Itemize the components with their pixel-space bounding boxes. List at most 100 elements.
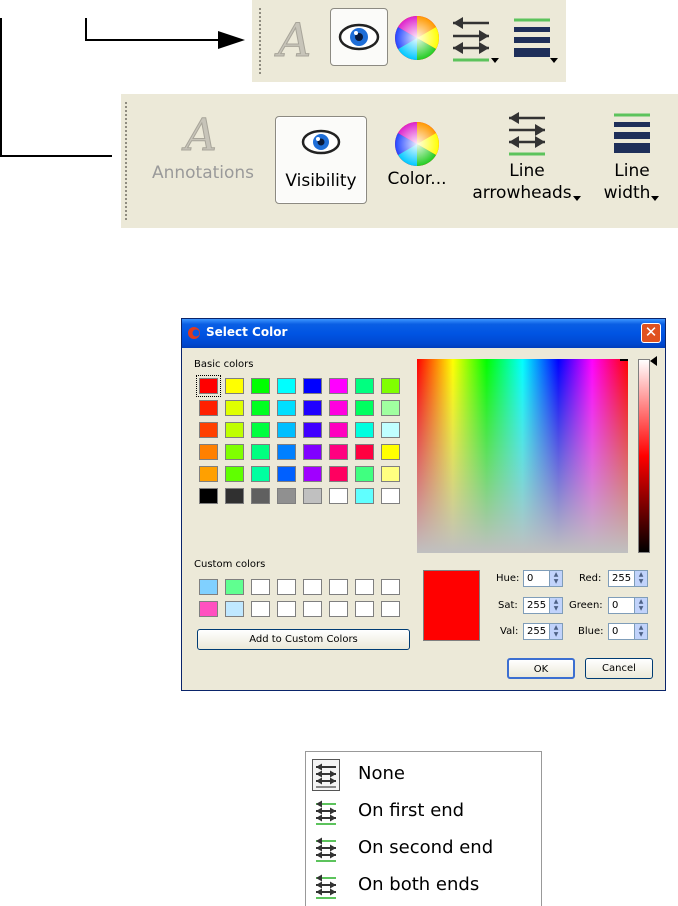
basic-color-swatch[interactable] — [381, 400, 400, 416]
basic-color-swatch[interactable] — [199, 488, 218, 504]
basic-color-swatch[interactable] — [225, 488, 244, 504]
val-spinner[interactable]: ▲ ▼ — [549, 624, 562, 639]
basic-color-swatch[interactable] — [355, 488, 374, 504]
basic-color-swatch[interactable] — [196, 375, 221, 397]
custom-color-swatch[interactable] — [381, 579, 400, 595]
basic-color-swatch[interactable] — [277, 444, 296, 460]
toolbar-grip[interactable] — [259, 8, 261, 76]
basic-color-swatch[interactable] — [251, 488, 270, 504]
custom-color-swatch[interactable] — [303, 579, 322, 595]
custom-color-swatch[interactable] — [251, 579, 270, 595]
basic-color-swatch[interactable] — [355, 400, 374, 416]
basic-color-swatch[interactable] — [329, 378, 348, 394]
custom-color-swatch[interactable] — [199, 601, 218, 617]
basic-color-swatch[interactable] — [199, 466, 218, 482]
spectrum-crosshair[interactable] — [620, 359, 628, 369]
menu-item[interactable]: On first end — [306, 794, 541, 830]
color-wheel-icon[interactable] — [393, 14, 441, 62]
basic-color-swatch[interactable] — [355, 466, 374, 482]
basic-color-swatch[interactable] — [277, 400, 296, 416]
green-input[interactable]: 0 ▲ ▼ — [608, 597, 648, 614]
color-spectrum-picker[interactable] — [417, 359, 628, 553]
basic-color-swatch[interactable] — [199, 422, 218, 438]
basic-color-swatch[interactable] — [381, 466, 400, 482]
visibility-button[interactable]: Visibility — [275, 116, 367, 204]
basic-color-swatch[interactable] — [251, 378, 270, 394]
basic-color-swatch[interactable] — [329, 488, 348, 504]
basic-color-swatch[interactable] — [381, 488, 400, 504]
red-input[interactable]: 255 ▲ ▼ — [608, 570, 648, 587]
toolbar-grip[interactable] — [125, 102, 127, 220]
menu-item[interactable]: On both ends — [306, 868, 541, 904]
line-arrowheads-button[interactable]: Line arrowheads — [467, 110, 587, 222]
basic-color-swatch[interactable] — [199, 444, 218, 460]
line-width-button[interactable]: Line width — [599, 110, 665, 222]
basic-color-swatch[interactable] — [329, 422, 348, 438]
basic-color-swatch[interactable] — [225, 444, 244, 460]
basic-color-swatch[interactable] — [303, 378, 322, 394]
basic-color-swatch[interactable] — [225, 422, 244, 438]
basic-color-swatch[interactable] — [251, 466, 270, 482]
basic-color-swatch[interactable] — [225, 400, 244, 416]
basic-color-swatch[interactable] — [329, 444, 348, 460]
basic-color-swatch[interactable] — [355, 422, 374, 438]
basic-color-swatch[interactable] — [329, 466, 348, 482]
basic-color-swatch[interactable] — [277, 422, 296, 438]
custom-color-swatch[interactable] — [277, 579, 296, 595]
basic-color-swatch[interactable] — [381, 444, 400, 460]
line-width-icon[interactable] — [510, 14, 562, 66]
basic-color-swatch[interactable] — [381, 378, 400, 394]
custom-color-swatch[interactable] — [225, 579, 244, 595]
hue-input[interactable]: 0 ▲ ▼ — [523, 570, 563, 587]
sat-spinner[interactable]: ▲ ▼ — [549, 598, 562, 613]
luminance-slider[interactable] — [638, 359, 650, 553]
ok-button[interactable]: OK — [507, 658, 575, 679]
basic-color-swatch[interactable] — [355, 444, 374, 460]
custom-color-swatch[interactable] — [251, 601, 270, 617]
custom-color-swatch[interactable] — [329, 579, 348, 595]
basic-color-swatch[interactable] — [329, 400, 348, 416]
menu-item[interactable]: On second end — [306, 831, 541, 867]
basic-color-swatch[interactable] — [381, 422, 400, 438]
menu-item[interactable]: None — [306, 757, 541, 793]
custom-color-swatch[interactable] — [303, 601, 322, 617]
basic-color-swatch[interactable] — [355, 378, 374, 394]
sat-input[interactable]: 255 ▲ ▼ — [523, 597, 563, 614]
basic-color-swatch[interactable] — [303, 400, 322, 416]
basic-color-swatch[interactable] — [277, 466, 296, 482]
basic-color-swatch[interactable] — [251, 444, 270, 460]
blue-spinner[interactable]: ▲ ▼ — [634, 624, 647, 639]
basic-color-swatch[interactable] — [225, 466, 244, 482]
blue-input[interactable]: 0 ▲ ▼ — [608, 623, 648, 640]
custom-color-swatch[interactable] — [199, 579, 218, 595]
custom-color-swatch[interactable] — [355, 601, 374, 617]
custom-color-swatch[interactable] — [225, 601, 244, 617]
basic-color-swatch[interactable] — [225, 378, 244, 394]
add-to-custom-colors-button[interactable]: Add to Custom Colors — [197, 629, 410, 650]
luminance-pointer-icon[interactable] — [650, 356, 658, 366]
custom-color-swatch[interactable] — [355, 579, 374, 595]
close-button[interactable]: ✕ — [641, 323, 661, 343]
annotations-button[interactable]: A Annotations — [143, 106, 263, 216]
custom-color-swatch[interactable] — [277, 601, 296, 617]
basic-color-swatch[interactable] — [303, 488, 322, 504]
green-spinner[interactable]: ▲ ▼ — [634, 598, 647, 613]
basic-color-swatch[interactable] — [277, 488, 296, 504]
line-arrowheads-icon[interactable] — [449, 14, 503, 66]
color-button[interactable]: Color... — [377, 120, 457, 204]
basic-color-swatch[interactable] — [303, 422, 322, 438]
basic-color-swatch[interactable] — [199, 400, 218, 416]
custom-color-swatch[interactable] — [329, 601, 348, 617]
basic-color-swatch[interactable] — [277, 378, 296, 394]
basic-color-swatch[interactable] — [303, 444, 322, 460]
red-spinner[interactable]: ▲ ▼ — [634, 571, 647, 586]
hue-spinner[interactable]: ▲ ▼ — [549, 571, 562, 586]
cancel-button[interactable]: Cancel — [585, 658, 653, 679]
val-input[interactable]: 255 ▲ ▼ — [523, 623, 563, 640]
basic-color-swatch[interactable] — [303, 466, 322, 482]
custom-color-swatch[interactable] — [381, 601, 400, 617]
visibility-button-compact[interactable] — [330, 8, 388, 66]
dialog-titlebar[interactable]: Select Color ✕ — [182, 319, 665, 348]
basic-color-swatch[interactable] — [251, 422, 270, 438]
basic-color-swatch[interactable] — [251, 400, 270, 416]
